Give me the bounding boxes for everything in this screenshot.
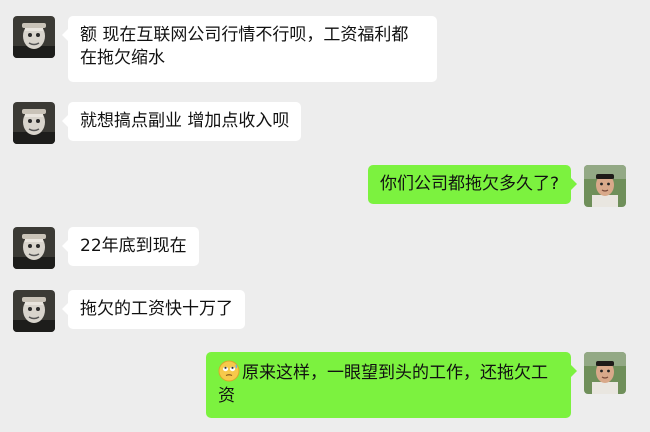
message-bubble[interactable]: 额 现在互联网公司行情不行呗，工资福利都在拖欠缩水: [62, 16, 437, 82]
message-text: 你们公司都拖欠多久了?: [379, 174, 559, 194]
avatar-image: [13, 102, 55, 144]
message-text: 拖欠的工资快十万了: [80, 299, 233, 319]
message-bubble[interactable]: 就想搞点副业 增加点收入呗: [61, 102, 302, 141]
message-bubble[interactable]: 22年底到现在: [62, 227, 199, 266]
avatar-image: [584, 352, 626, 394]
avatar[interactable]: [13, 16, 55, 58]
message-incoming: 22年底到现在: [13, 227, 199, 269]
avatar[interactable]: [584, 165, 626, 207]
message-outgoing: 原来这样，一眼望到头的工作，还拖欠工资: [206, 352, 626, 418]
avatar-image: [584, 165, 626, 207]
message-bubble[interactable]: 你们公司都拖欠多久了?: [367, 165, 578, 204]
message-incoming: 就想搞点副业 增加点收入呗: [13, 102, 302, 144]
message-outgoing: 你们公司都拖欠多久了?: [367, 165, 626, 207]
message-text: 22年底到现在: [80, 236, 187, 256]
message-bubble[interactable]: 拖欠的工资快十万了: [62, 290, 245, 329]
message-bubble[interactable]: 原来这样，一眼望到头的工作，还拖欠工资: [206, 352, 577, 418]
rolling-eyes-sweat-emoji: [218, 360, 240, 382]
message-incoming: 额 现在互联网公司行情不行呗，工资福利都在拖欠缩水: [13, 16, 437, 82]
avatar-image: [13, 16, 55, 58]
chat-window: 额 现在互联网公司行情不行呗，工资福利都在拖欠缩水 就想搞点副业 增加点收入呗 …: [0, 0, 650, 432]
avatar-image: [13, 227, 55, 269]
avatar-image: [13, 290, 55, 332]
message-text: 原来这样，一眼望到头的工作，还拖欠工资: [218, 363, 548, 406]
message-incoming: 拖欠的工资快十万了: [13, 290, 245, 332]
avatar[interactable]: [13, 227, 55, 269]
avatar[interactable]: [13, 102, 55, 144]
message-text: 额 现在互联网公司行情不行呗，工资福利都在拖欠缩水: [80, 25, 409, 68]
avatar[interactable]: [584, 352, 626, 394]
message-text: 就想搞点副业 增加点收入呗: [80, 111, 290, 131]
avatar[interactable]: [13, 290, 55, 332]
